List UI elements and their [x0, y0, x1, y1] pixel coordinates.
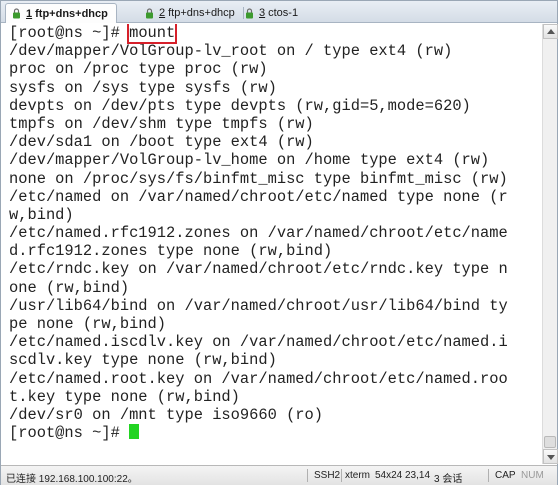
status-bar: 已连接 192.168.100.100:22。 SSH2 xterm 54x24…	[1, 465, 557, 485]
output-line: /dev/sda1 on /boot type ext4 (rw)	[9, 133, 314, 152]
output-line: tmpfs on /dev/shm type tmpfs (rw)	[9, 114, 314, 133]
terminal-window: 1 ftp+dns+dhcp 2 ftp+dns+dhcp 3 ctos-1 […	[0, 0, 558, 485]
session-tab-bar: 1 ftp+dns+dhcp 2 ftp+dns+dhcp 3 ctos-1	[1, 1, 557, 23]
tab-number: 1	[26, 7, 33, 20]
tab-session-1[interactable]: 1 ftp+dns+dhcp	[5, 3, 117, 23]
status-divider	[307, 469, 308, 482]
terminal-type-label: xterm	[345, 470, 370, 481]
arrow-down-icon	[547, 455, 555, 460]
output-line: /etc/named.iscdlv.key on /var/named/chro…	[9, 333, 508, 352]
tab-label: ftp+dns+dhcp	[35, 7, 108, 20]
output-line: devpts on /dev/pts type devpts (rw,gid=5…	[9, 96, 471, 115]
arrow-up-icon	[547, 29, 555, 34]
lock-icon	[145, 7, 154, 19]
command-line: [root@ns ~]# mount	[4, 24, 540, 44]
output-line: /etc/named.root.key on /var/named/chroot…	[9, 369, 508, 388]
output-lines: /dev/mapper/VolGroup-lv_root on / type e…	[4, 42, 540, 424]
tab-label: ftp+dns+dhcp	[168, 7, 235, 19]
output-line: sysfs on /sys type sysfs (rw)	[9, 78, 277, 97]
output-line: one (rw,bind)	[9, 278, 130, 297]
output-line: /etc/rndc.key on /var/named/chroot/etc/r…	[9, 260, 508, 279]
output-line: /etc/named on /var/named/chroot/etc/name…	[9, 187, 508, 206]
text-cursor	[129, 424, 140, 440]
output-line: /usr/lib64/bind on /var/named/chroot/usr…	[9, 296, 508, 315]
tab-number: 2	[159, 7, 166, 19]
shell-prompt: [root@ns ~]#	[9, 24, 130, 42]
output-line: proc on /proc type proc (rw)	[9, 60, 268, 79]
session-count-label: 3 会话	[434, 474, 463, 485]
tab-label: ctos-1	[268, 7, 299, 19]
connection-status: 已连接 192.168.100.100:22。	[6, 474, 138, 485]
output-line: scdlv.key type none (rw,bind)	[9, 351, 277, 370]
vertical-scrollbar[interactable]	[542, 24, 558, 464]
tab-session-3[interactable]: 3 ctos-1	[239, 3, 306, 23]
lock-icon	[245, 7, 254, 19]
tab-number: 3	[259, 7, 266, 19]
lock-icon	[12, 8, 21, 19]
terminal-output[interactable]: [root@ns ~]# mount /dev/mapper/VolGroup-…	[4, 24, 540, 464]
shell-prompt: [root@ns ~]#	[9, 424, 130, 443]
status-divider	[341, 469, 342, 482]
terminal-size-label: 54x24	[375, 470, 403, 481]
cursor-position-label: 23,14	[405, 470, 431, 481]
output-line: none on /proc/sys/fs/binfmt_misc type bi…	[9, 169, 508, 188]
status-divider	[488, 469, 489, 482]
output-line: d.rfc1912.zones type none (rw,bind)	[9, 242, 333, 261]
output-line: /dev/mapper/VolGroup-lv_home on /home ty…	[9, 151, 490, 170]
scroll-up-button[interactable]	[543, 24, 558, 39]
output-line: w,bind)	[9, 205, 74, 224]
output-line: /dev/sr0 on /mnt type iso9660 (ro)	[9, 405, 324, 424]
output-line: t.key type none (rw,bind)	[9, 387, 240, 406]
caps-lock-indicator: CAP	[495, 470, 516, 481]
output-line: /etc/named.rfc1912.zones on /var/named/c…	[9, 224, 508, 243]
final-prompt-line: [root@ns ~]#	[4, 424, 540, 442]
protocol-label: SSH2	[314, 470, 341, 481]
tab-session-2[interactable]: 2 ftp+dns+dhcp	[139, 3, 244, 23]
command-text: mount	[127, 24, 178, 44]
output-line: /dev/mapper/VolGroup-lv_root on / type e…	[9, 42, 453, 61]
output-line: pe none (rw,bind)	[9, 315, 167, 333]
num-lock-indicator: NUM	[521, 470, 544, 481]
scroll-down-button[interactable]	[543, 449, 558, 464]
scrollbar-thumb[interactable]	[544, 436, 556, 448]
